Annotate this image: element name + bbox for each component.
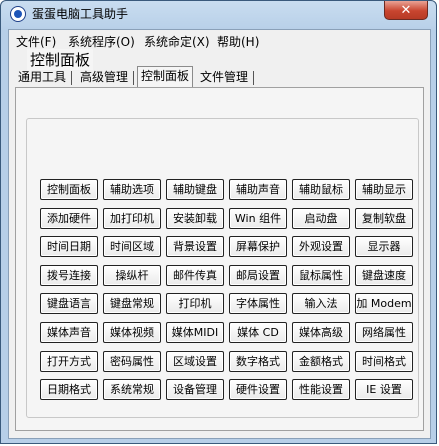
tab-advanced-management[interactable]: 高级管理 <box>77 68 135 86</box>
control-panel-button-r2c6[interactable]: 复制软盘 <box>355 208 413 229</box>
control-panel-button-r5c2[interactable]: 键盘常规 <box>103 293 161 314</box>
control-panel-tab-content: 控制面板 辅助选项 辅助键盘 辅助声音 辅助鼠标 辅助显示添加硬件 加打印机 安装卸载 Win … <box>15 87 424 431</box>
groupbox-title: 控制面板 <box>27 49 94 70</box>
control-panel-button-r3c3[interactable]: 背景设置 <box>166 236 224 257</box>
control-panel-button-r7c5[interactable]: 金额格式 <box>292 351 350 372</box>
control-panel-button-r4c6[interactable]: 键盘速度 <box>355 265 413 286</box>
control-panel-button-r3c5[interactable]: 外观设置 <box>292 236 350 257</box>
control-panel-button-r7c6[interactable]: 时间格式 <box>355 351 413 372</box>
control-panel-button-r4c2[interactable]: 操纵杆 <box>103 265 161 286</box>
control-panel-button-r5c1[interactable]: 键盘语言 <box>40 293 98 314</box>
control-panel-button-r1c4[interactable]: 辅助声音 <box>229 179 287 200</box>
control-panel-button-r3c4[interactable]: 屏幕保护 <box>229 236 287 257</box>
control-panel-button-r5c4[interactable]: 字体属性 <box>229 293 287 314</box>
control-panel-button-r1c3[interactable]: 辅助键盘 <box>166 179 224 200</box>
menu-bar: 文件(F) 系统程序(O) 系统命定(X) 帮助(H) <box>9 30 430 50</box>
control-panel-button-r4c1[interactable]: 拨号连接 <box>40 265 98 286</box>
control-panel-button-r8c2[interactable]: 系统常规 <box>103 379 161 400</box>
control-panel-button-r2c3[interactable]: 安装卸载 <box>166 208 224 229</box>
control-panel-button-r8c3[interactable]: 设备管理 <box>166 379 224 400</box>
control-panel-button-r7c3[interactable]: 区域设置 <box>166 351 224 372</box>
control-panel-button-r8c1[interactable]: 日期格式 <box>40 379 98 400</box>
control-panel-button-r4c3[interactable]: 邮件传真 <box>166 265 224 286</box>
tab-general-tools[interactable]: 通用工具 <box>15 68 73 86</box>
menu-help[interactable]: 帮助(H) <box>217 33 259 50</box>
control-panel-button-r6c6[interactable]: 网络属性 <box>355 322 413 343</box>
menu-file[interactable]: 文件(F) <box>16 33 56 50</box>
control-panel-button-r2c2[interactable]: 加打印机 <box>103 208 161 229</box>
window-title: 蛋蛋电脑工具助手 <box>32 7 129 21</box>
control-panel-button-r2c5[interactable]: 启动盘 <box>292 208 350 229</box>
control-panel-button-r8c4[interactable]: 硬件设置 <box>229 379 287 400</box>
control-panel-button-r1c5[interactable]: 辅助鼠标 <box>292 179 350 200</box>
control-panel-button-r8c6[interactable]: IE 设置 <box>355 379 413 400</box>
menu-system-commands[interactable]: 系统命定(X) <box>144 33 210 50</box>
control-panel-button-r6c1[interactable]: 媒体声音 <box>40 322 98 343</box>
app-window: 蛋蛋电脑工具助手 ✕ 文件(F) 系统程序(O) 系统命定(X) 帮助(H) 通… <box>0 0 437 444</box>
close-button[interactable]: ✕ <box>384 1 428 20</box>
control-panel-button-r4c4[interactable]: 邮局设置 <box>229 265 287 286</box>
control-panel-button-r6c5[interactable]: 媒体高级 <box>292 322 350 343</box>
control-panel-button-r1c1[interactable]: 控制面板 <box>40 179 98 200</box>
control-panel-button-r3c1[interactable]: 时间日期 <box>40 236 98 257</box>
control-panel-button-r3c2[interactable]: 时间区域 <box>103 236 161 257</box>
control-panel-button-r5c5[interactable]: 输入法 <box>292 293 350 314</box>
title-bar[interactable]: 蛋蛋电脑工具助手 ✕ <box>1 1 438 27</box>
tab-file-management[interactable]: 文件管理 <box>197 68 255 86</box>
tab-control-panel[interactable]: 控制面板 <box>137 66 194 87</box>
control-panel-button-r7c2[interactable]: 密码属性 <box>103 351 161 372</box>
control-panel-button-r8c5[interactable]: 性能设置 <box>292 379 350 400</box>
control-panel-button-r4c5[interactable]: 鼠标属性 <box>292 265 350 286</box>
menu-system-programs[interactable]: 系统程序(O) <box>68 33 135 50</box>
client-area: 文件(F) 系统程序(O) 系统命定(X) 帮助(H) 通用工具 高级管理 控制… <box>8 29 431 439</box>
control-panel-button-r1c6[interactable]: 辅助显示 <box>355 179 413 200</box>
control-panel-button-r6c3[interactable]: 媒体MIDI <box>166 322 224 343</box>
control-panel-button-r6c4[interactable]: 媒体 CD <box>229 322 287 343</box>
control-panel-button-r3c6[interactable]: 显示器 <box>355 236 413 257</box>
app-logo-icon <box>10 6 26 22</box>
control-panel-button-r2c1[interactable]: 添加硬件 <box>40 208 98 229</box>
control-panel-button-r5c3[interactable]: 打印机 <box>166 293 224 314</box>
control-panel-button-r5c6[interactable]: 加 Modem <box>355 293 413 314</box>
control-panel-button-r6c2[interactable]: 媒体视频 <box>103 322 161 343</box>
control-panel-button-r7c4[interactable]: 数字格式 <box>229 351 287 372</box>
control-panel-button-r1c2[interactable]: 辅助选项 <box>103 179 161 200</box>
control-panel-button-r2c4[interactable]: Win 组件 <box>229 208 287 229</box>
control-panel-button-r7c1[interactable]: 打开方式 <box>40 351 98 372</box>
